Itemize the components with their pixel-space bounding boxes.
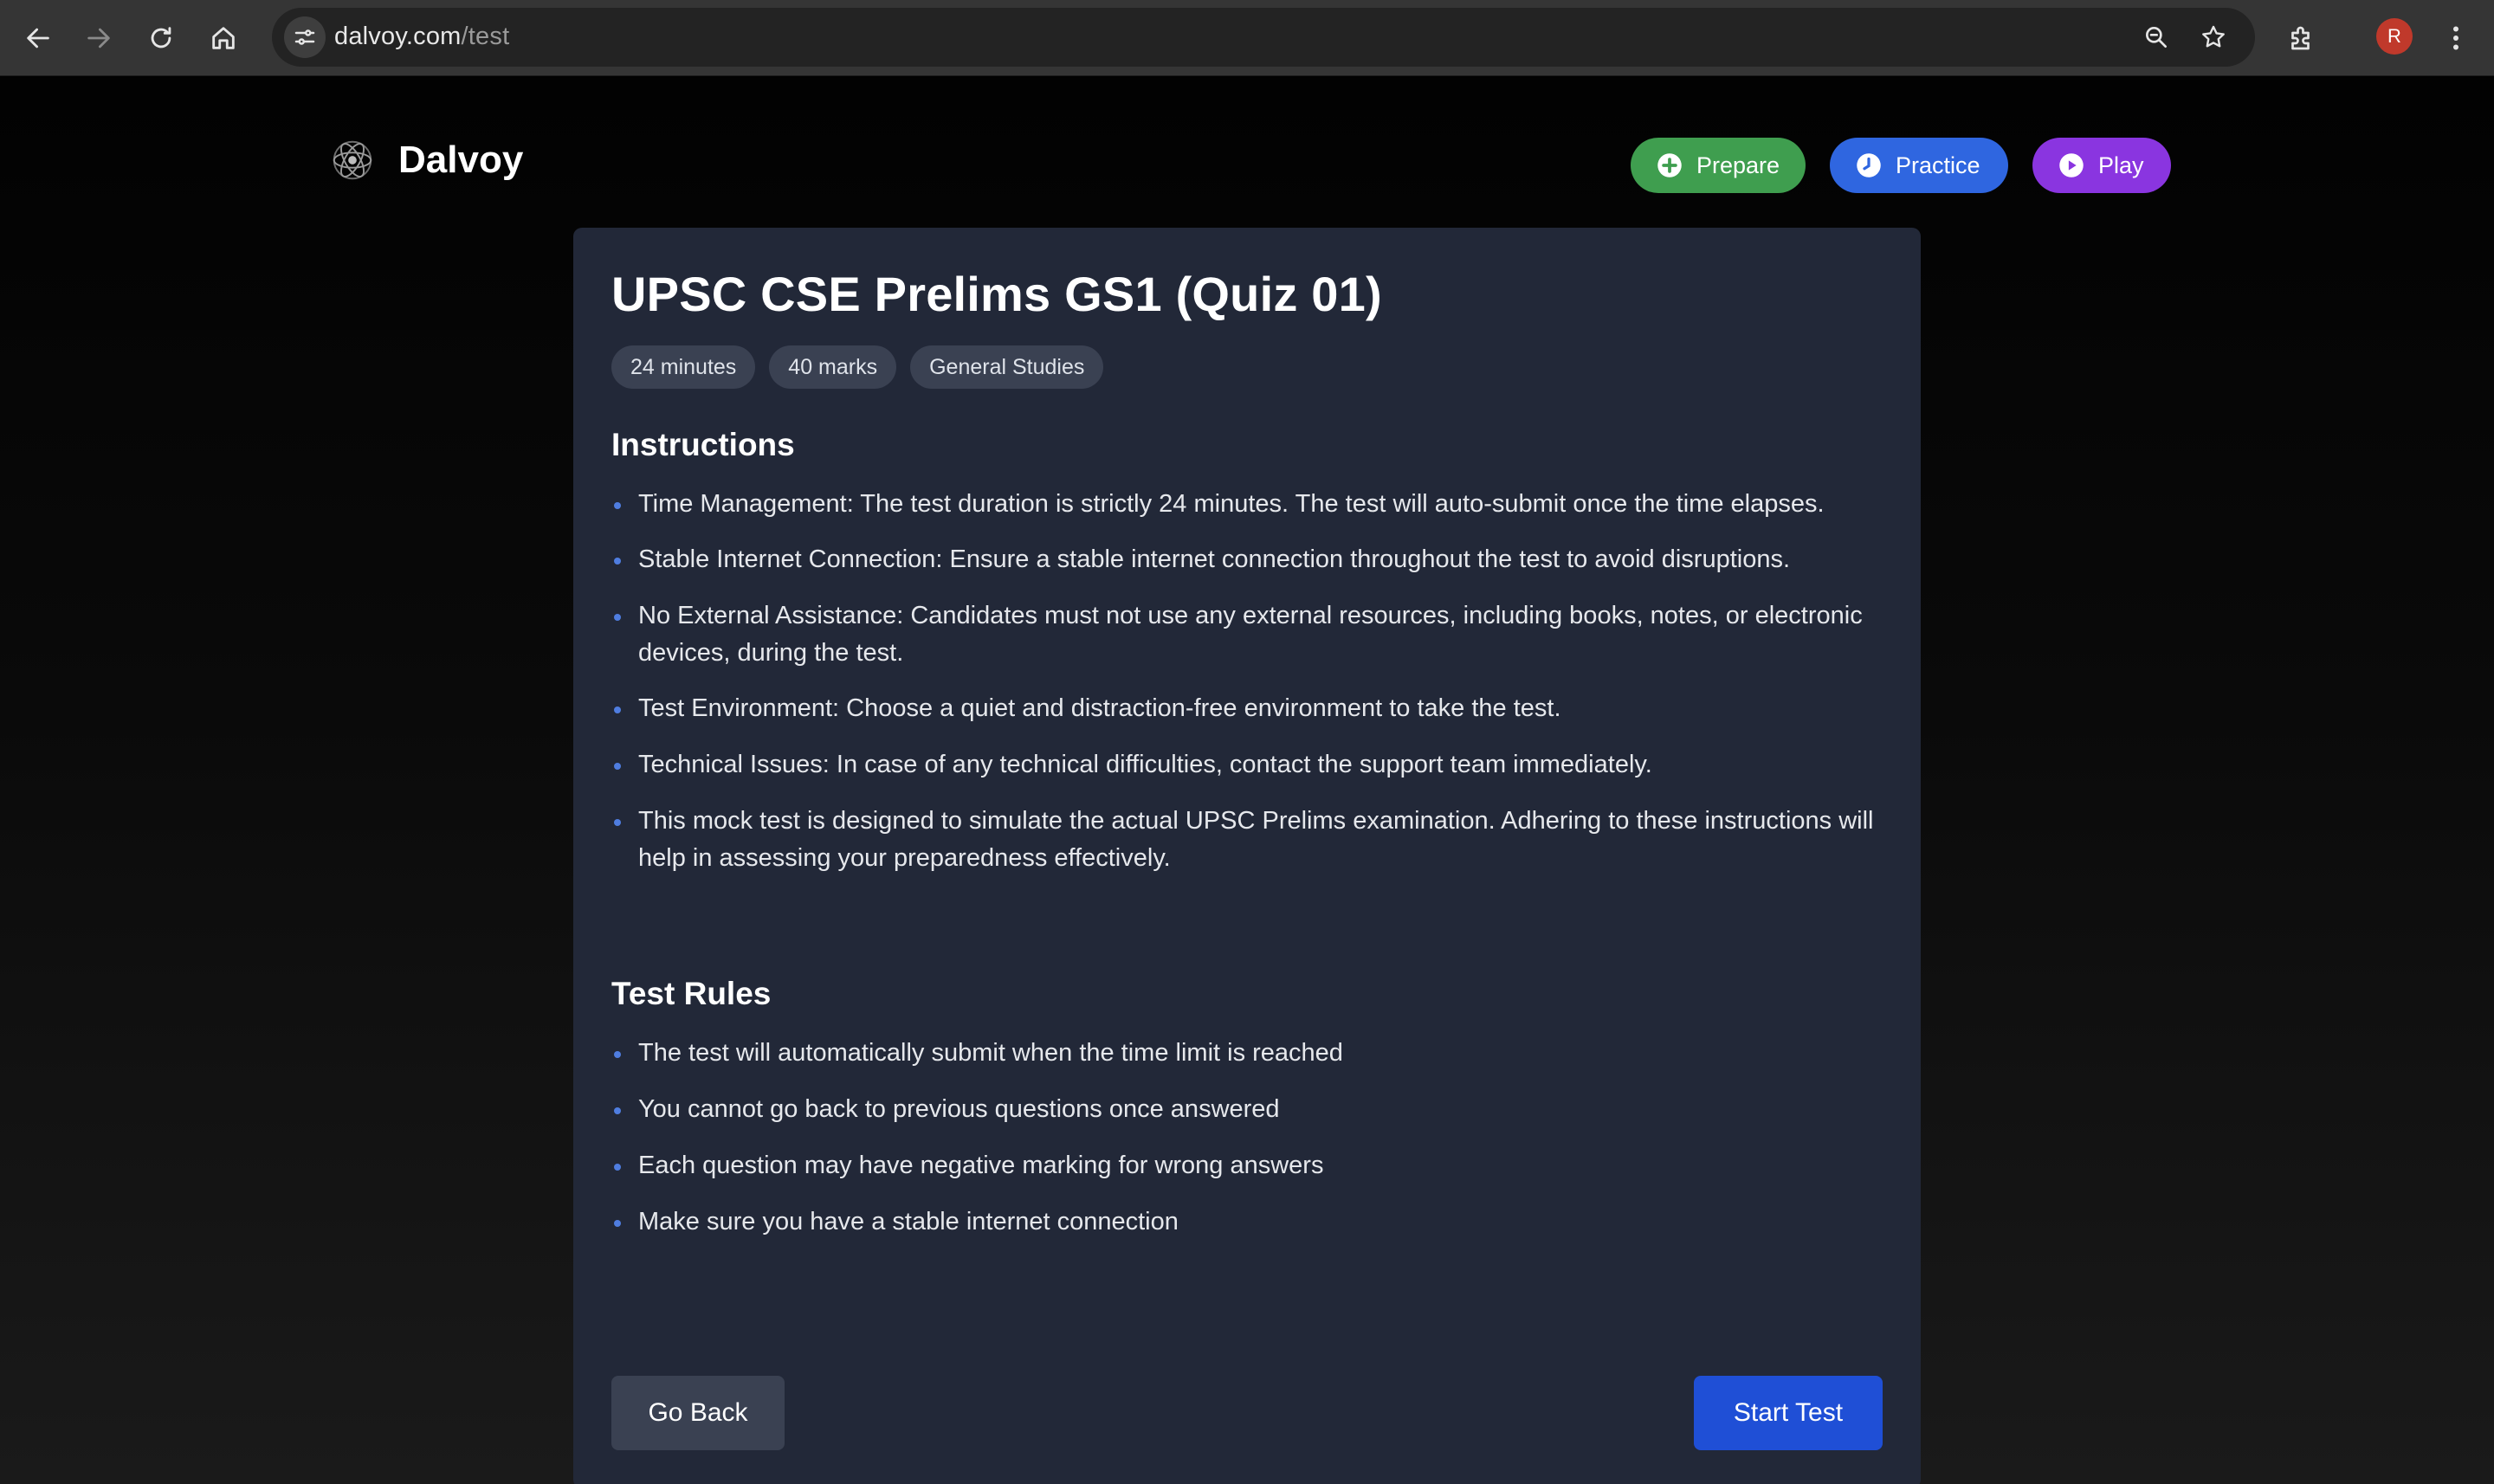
forward-button[interactable] [76, 16, 121, 61]
test-title: UPSC CSE Prelims GS1 (Quiz 01) [611, 267, 1382, 321]
go-back-button[interactable]: Go Back [611, 1376, 785, 1450]
extensions-icon [2291, 26, 2310, 50]
url-path: /test [461, 23, 510, 50]
clock-icon [1856, 152, 1882, 178]
nav-practice-label: Practice [1896, 152, 1980, 178]
back-button[interactable] [16, 16, 61, 61]
reload-icon [151, 27, 171, 48]
list-item: Stable Internet Connection: Ensure a sta… [611, 541, 1893, 578]
nav-play-button[interactable]: Play [2032, 138, 2171, 193]
list-item: Time Management: The test duration is st… [611, 486, 1893, 523]
more-vert-icon [2453, 26, 2458, 50]
list-item: No External Assistance: Candidates must … [611, 597, 1893, 672]
list-item: This mock test is designed to simulate t… [611, 803, 1893, 877]
browser-toolbar: dalvoy.com/test R [0, 0, 2494, 76]
tag-subject: General Studies [910, 345, 1104, 389]
profile-avatar[interactable]: R [2376, 18, 2413, 55]
test-tags: 24 minutes 40 marks General Studies [611, 345, 1117, 389]
instructions-list: Time Management: The test duration is st… [611, 486, 1893, 877]
rules-heading: Test Rules [611, 976, 772, 1011]
play-circle-icon [2058, 152, 2084, 178]
list-item: The test will automatically submit when … [611, 1035, 1893, 1072]
nav-play-label: Play [2098, 152, 2144, 178]
back-arrow-icon [27, 28, 49, 48]
test-card: UPSC CSE Prelims GS1 (Quiz 01) 24 minute… [573, 228, 1921, 1484]
bookmark-button[interactable] [2196, 20, 2231, 55]
list-item: Test Environment: Choose a quiet and dis… [611, 690, 1893, 727]
start-test-button[interactable]: Start Test [1694, 1376, 1883, 1450]
brand[interactable]: Dalvoy [327, 134, 523, 186]
list-item: Each question may have negative marking … [611, 1147, 1893, 1184]
reload-button[interactable] [139, 16, 184, 61]
plus-circle-icon [1657, 152, 1683, 178]
url-host: dalvoy.com [334, 23, 462, 50]
extensions-button[interactable] [2281, 17, 2323, 59]
list-item: You cannot go back to previous questions… [611, 1091, 1893, 1128]
url-text[interactable]: dalvoy.com/test [334, 23, 509, 51]
zoom-button[interactable] [2139, 20, 2174, 55]
site-info-button[interactable] [284, 16, 326, 58]
brand-logo-icon [327, 135, 378, 185]
nav-practice-button[interactable]: Practice [1830, 138, 2008, 193]
nav-prepare-label: Prepare [1696, 152, 1780, 178]
brand-name: Dalvoy [398, 139, 524, 181]
bookmark-star-icon [2202, 25, 2225, 48]
zoom-icon [2146, 26, 2167, 48]
page-content: Dalvoy Prepare Practice Play UPSC CSE Pr… [0, 77, 2494, 1484]
rules-list: The test will automatically submit when … [611, 1035, 1893, 1241]
home-icon [212, 27, 235, 49]
nav-prepare-button[interactable]: Prepare [1631, 138, 1806, 193]
tag-duration: 24 minutes [611, 345, 756, 389]
tag-marks: 40 marks [769, 345, 897, 389]
list-item: Make sure you have a stable internet con… [611, 1203, 1893, 1241]
forward-arrow-icon [87, 28, 110, 48]
list-item: Technical Issues: In case of any technic… [611, 746, 1893, 784]
menu-button[interactable] [2435, 17, 2477, 59]
instructions-heading: Instructions [611, 427, 795, 462]
home-button[interactable] [201, 16, 246, 61]
site-info-icon [294, 29, 315, 45]
address-bar[interactable]: dalvoy.com/test [272, 8, 2255, 67]
